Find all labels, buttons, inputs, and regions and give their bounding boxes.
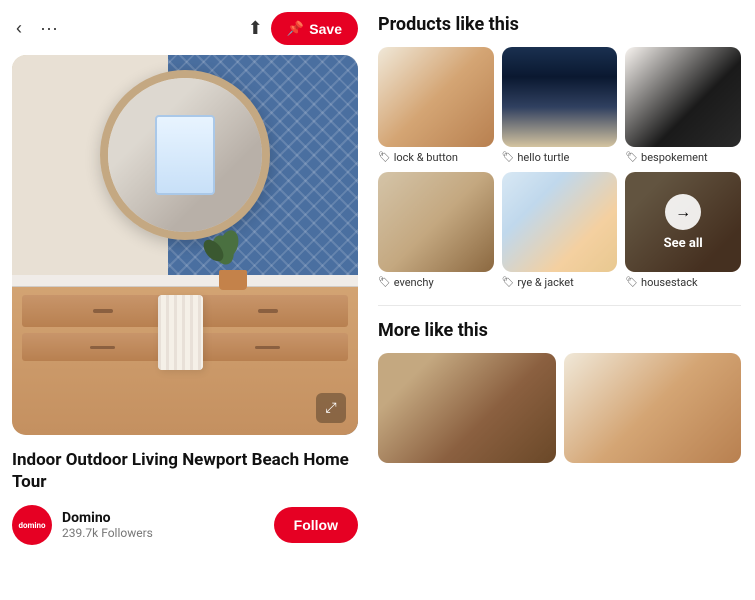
tag-icon: 🏷 bbox=[378, 277, 391, 288]
see-all-image: → See all bbox=[625, 172, 741, 272]
save-button[interactable]: 📌 Save bbox=[271, 12, 358, 45]
profile-followers: 239.7k Followers bbox=[62, 526, 153, 540]
product-label: 🏷 evenchy bbox=[378, 276, 494, 289]
see-all-card[interactable]: → See all 🏷 housestack bbox=[625, 172, 741, 289]
pin-title: Indoor Outdoor Living Newport Beach Home… bbox=[12, 449, 358, 493]
product-name: evenchy bbox=[394, 276, 434, 289]
product-image bbox=[502, 47, 618, 147]
window-reflection bbox=[155, 115, 215, 195]
main-image: ⤢ bbox=[12, 55, 358, 435]
product-card[interactable]: 🏷 evenchy bbox=[378, 172, 494, 289]
product-card[interactable]: 🏷 hello turtle bbox=[502, 47, 618, 164]
pin-icon: 📌 bbox=[287, 20, 304, 37]
profile-row: domino Domino 239.7k Followers Follow bbox=[12, 505, 358, 545]
vanity-countertop bbox=[12, 275, 358, 287]
profile-info: Domino 239.7k Followers bbox=[62, 510, 153, 540]
product-label: 🏷 hello turtle bbox=[502, 151, 618, 164]
tag-icon: 🏷 bbox=[502, 277, 515, 288]
product-label: 🏷 bespokement bbox=[625, 151, 741, 164]
divider bbox=[378, 305, 741, 306]
products-section-title: Products like this bbox=[378, 14, 741, 35]
more-card[interactable] bbox=[564, 353, 742, 463]
tag-icon: 🏷 bbox=[502, 152, 515, 163]
plant bbox=[208, 230, 258, 290]
towel-stripe bbox=[158, 295, 203, 370]
see-all-text: See all bbox=[664, 236, 703, 251]
towel bbox=[158, 295, 203, 370]
tag-icon: 🏷 bbox=[625, 152, 638, 163]
wide-drawer bbox=[187, 333, 348, 361]
drawer bbox=[187, 295, 348, 327]
product-card[interactable]: 🏷 bespokement bbox=[625, 47, 741, 164]
product-label: 🏷 lock & button bbox=[378, 151, 494, 164]
more-grid bbox=[378, 353, 741, 463]
plant-leaves bbox=[198, 230, 248, 270]
save-label: Save bbox=[309, 21, 342, 37]
tag-icon: 🏷 bbox=[625, 277, 638, 288]
product-name: housestack bbox=[641, 276, 698, 289]
arrow-icon: → bbox=[675, 202, 691, 222]
see-all-overlay: → See all bbox=[625, 172, 741, 272]
profile-left: domino Domino 239.7k Followers bbox=[12, 505, 153, 545]
expand-icon[interactable]: ⤢ bbox=[316, 393, 346, 423]
share-button[interactable]: ⬆ bbox=[248, 18, 263, 39]
more-section-title: More like this bbox=[378, 320, 741, 341]
mirror-reflection bbox=[108, 78, 262, 232]
more-card[interactable] bbox=[378, 353, 556, 463]
top-bar-right: ⬆ 📌 Save bbox=[248, 12, 358, 45]
bathroom-mirror bbox=[100, 70, 270, 240]
product-name: lock & button bbox=[394, 151, 458, 164]
products-grid: 🏷 lock & button 🏷 hello turtle 🏷 bespoke… bbox=[378, 47, 741, 289]
profile-name: Domino bbox=[62, 510, 153, 526]
bathroom-image bbox=[12, 55, 358, 435]
back-button[interactable]: ‹ bbox=[12, 14, 26, 43]
product-image bbox=[378, 172, 494, 272]
more-button[interactable]: ··· bbox=[36, 14, 62, 43]
avatar-text: domino bbox=[18, 521, 45, 530]
follow-button[interactable]: Follow bbox=[274, 507, 358, 543]
product-image bbox=[625, 47, 741, 147]
product-label: 🏷 rye & jacket bbox=[502, 276, 618, 289]
tag-icon: 🏷 bbox=[378, 152, 391, 163]
left-panel: ‹ ··· ⬆ 📌 Save bbox=[0, 0, 370, 600]
top-bar: ‹ ··· ⬆ 📌 Save bbox=[12, 12, 358, 45]
avatar[interactable]: domino bbox=[12, 505, 52, 545]
top-bar-left: ‹ ··· bbox=[12, 14, 62, 43]
product-card[interactable]: 🏷 lock & button bbox=[378, 47, 494, 164]
product-name: rye & jacket bbox=[517, 276, 573, 289]
product-card[interactable]: 🏷 rye & jacket bbox=[502, 172, 618, 289]
see-all-arrow-circle: → bbox=[665, 194, 701, 230]
product-label: 🏷 housestack bbox=[625, 276, 741, 289]
product-image bbox=[378, 47, 494, 147]
product-name: hello turtle bbox=[517, 151, 569, 164]
product-image bbox=[502, 172, 618, 272]
right-panel: Products like this 🏷 lock & button 🏷 hel… bbox=[370, 0, 755, 600]
product-name: bespokement bbox=[641, 151, 708, 164]
plant-pot bbox=[219, 270, 247, 290]
